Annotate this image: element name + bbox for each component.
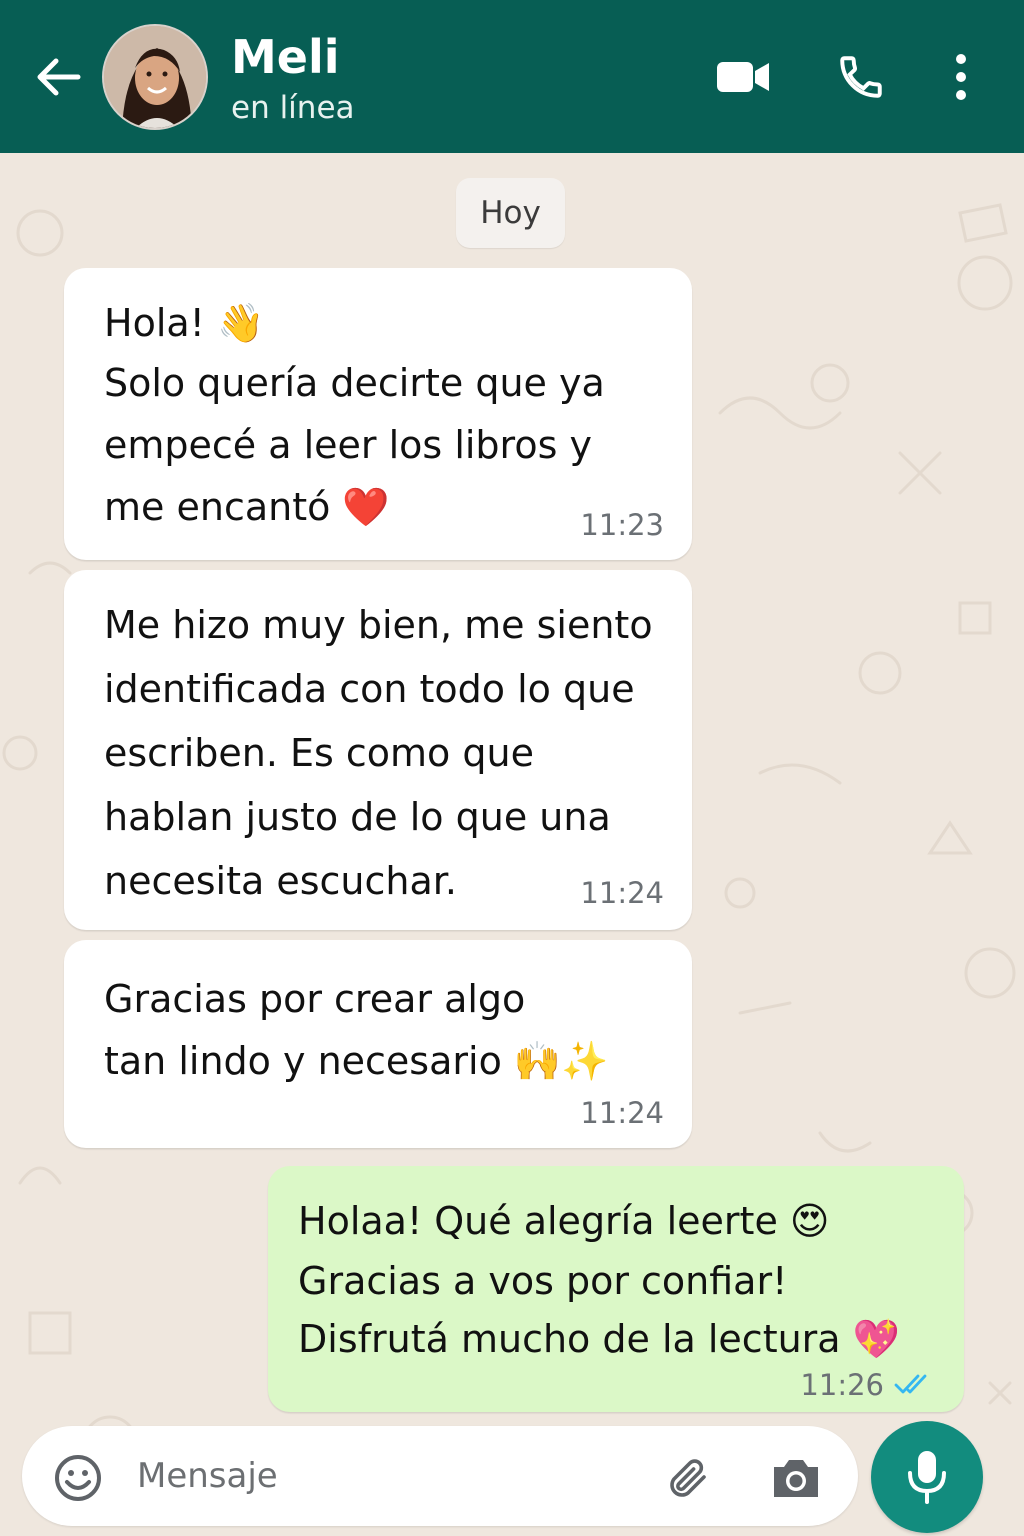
- read-receipt-icon: [894, 1374, 927, 1394]
- contact-name[interactable]: Meli: [231, 30, 340, 84]
- message-line: Disfrutá mucho de la lectura 💖: [298, 1317, 900, 1361]
- voice-call-button[interactable]: [826, 44, 896, 110]
- back-arrow-icon: [37, 58, 81, 96]
- message-line: hablan justo de lo que una: [104, 795, 611, 839]
- message-bubble-incoming[interactable]: Gracias por crear algo tan lindo y neces…: [64, 940, 692, 1148]
- message-line: Solo quería decirte que ya: [104, 361, 605, 405]
- message-line: escriben. Es como que: [104, 731, 534, 775]
- message-bubble-outgoing[interactable]: Holaa! Qué alegría leerte 😍 Gracias a vo…: [268, 1166, 964, 1412]
- more-options-button[interactable]: [926, 44, 996, 110]
- attach-icon: [670, 1459, 706, 1497]
- message-line: tan lindo y necesario 🙌✨: [104, 1039, 609, 1083]
- avatar[interactable]: [102, 24, 208, 130]
- video-call-button[interactable]: [708, 44, 778, 110]
- camera-icon: [774, 1460, 818, 1497]
- voice-message-button[interactable]: [871, 1421, 983, 1533]
- message-bubble-incoming[interactable]: Me hizo muy bien, me siento identificada…: [64, 570, 692, 930]
- message-line: Me hizo muy bien, me siento: [104, 603, 653, 647]
- message-line: Gracias por crear algo: [104, 977, 526, 1021]
- message-line: me encantó ❤️: [104, 485, 390, 529]
- message-time: 11:24: [580, 1096, 664, 1130]
- avatar-photo: [104, 26, 206, 128]
- message-line: Holaa! Qué alegría leerte 😍: [298, 1199, 830, 1243]
- emoji-button[interactable]: [50, 1450, 106, 1506]
- camera-button[interactable]: [768, 1450, 824, 1506]
- back-button[interactable]: [36, 52, 82, 102]
- message-time: 11:23: [580, 508, 664, 542]
- message-line: Hola! 👋: [104, 301, 265, 345]
- mic-icon: [908, 1451, 946, 1504]
- attach-button[interactable]: [660, 1450, 716, 1506]
- message-time: 11:24: [580, 876, 664, 910]
- message-line: identificada con todo lo que: [104, 667, 635, 711]
- message-line: Gracias a vos por confiar!: [298, 1259, 788, 1303]
- emoji-icon: [55, 1455, 101, 1501]
- message-line: empecé a leer los libros y: [104, 423, 592, 467]
- date-divider: Hoy: [456, 178, 565, 248]
- message-bubble-incoming[interactable]: Hola! 👋 Solo quería decirte que ya empec…: [64, 268, 692, 560]
- phone-icon: [840, 56, 882, 98]
- more-options-icon: [956, 54, 966, 100]
- message-line: necesita escuchar.: [104, 859, 457, 903]
- message-input-placeholder: Mensaje: [137, 1456, 278, 1496]
- video-call-icon: [717, 62, 769, 92]
- chat-header: Meli en línea: [0, 0, 1024, 153]
- contact-status: en línea: [231, 90, 355, 126]
- message-time: 11:26: [800, 1368, 884, 1402]
